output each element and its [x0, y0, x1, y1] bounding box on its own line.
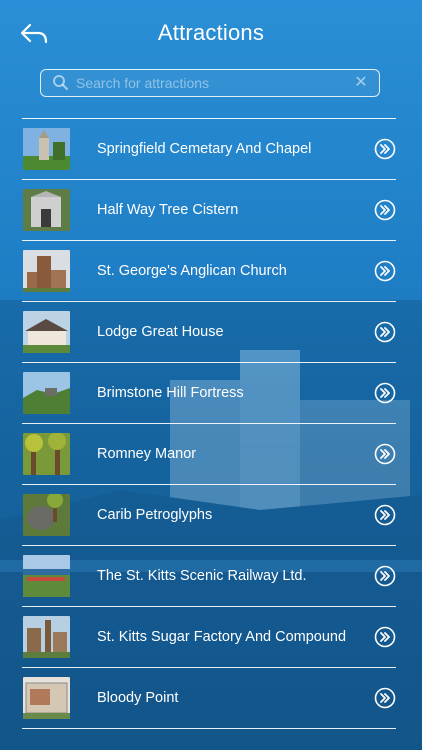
chevron-right-icon[interactable]: [374, 504, 396, 526]
attraction-thumbnail: [23, 555, 70, 597]
list-item[interactable]: The St. Kitts Scenic Railway Ltd.: [22, 546, 396, 607]
list-item-label: Carib Petroglyphs: [97, 507, 213, 523]
list-item-label: Half Way Tree Cistern: [97, 202, 239, 218]
page-title: Attractions: [157, 20, 265, 45]
chevron-right-icon[interactable]: [374, 687, 396, 709]
chevron-right-icon[interactable]: [374, 321, 396, 343]
list-item-label: Springfield Cemetary And Chapel: [97, 141, 312, 157]
list-item-label: Romney Manor: [97, 446, 197, 462]
search-icon: [53, 75, 69, 91]
chevron-right-icon[interactable]: [374, 565, 396, 587]
attraction-thumbnail: [23, 433, 70, 475]
attraction-thumbnail: [23, 250, 70, 292]
list-item-label: St. George's Anglican Church: [97, 263, 287, 279]
chevron-right-icon[interactable]: [374, 138, 396, 160]
list-item[interactable]: Brimstone Hill Fortress: [22, 363, 396, 424]
list-item-label: Bloody Point: [97, 690, 179, 706]
clear-icon[interactable]: ✕: [351, 73, 371, 93]
list-item[interactable]: Lodge Great House: [22, 302, 396, 363]
header: Attractions: [0, 0, 422, 66]
list-item[interactable]: Bloody Point: [22, 668, 396, 729]
chevron-right-icon[interactable]: [374, 626, 396, 648]
attraction-thumbnail: [23, 311, 70, 353]
list-item[interactable]: Carib Petroglyphs: [22, 485, 396, 546]
search-bar[interactable]: ✕: [40, 69, 380, 97]
list-item[interactable]: Springfield Cemetary And Chapel: [22, 119, 396, 180]
list-item[interactable]: St. Kitts Sugar Factory And Compound: [22, 607, 396, 668]
attraction-thumbnail: [23, 128, 70, 170]
list-item-label: Lodge Great House: [97, 324, 224, 340]
list-item[interactable]: St. George's Anglican Church: [22, 241, 396, 302]
chevron-right-icon[interactable]: [374, 382, 396, 404]
search-input[interactable]: [74, 70, 351, 96]
chevron-right-icon[interactable]: [374, 260, 396, 282]
attraction-thumbnail: [23, 494, 70, 536]
attraction-thumbnail: [23, 372, 70, 414]
list-item-label: St. Kitts Sugar Factory And Compound: [97, 629, 347, 645]
attraction-thumbnail: [23, 677, 70, 719]
attraction-thumbnail: [23, 189, 70, 231]
attraction-thumbnail: [23, 616, 70, 658]
attractions-list: Springfield Cemetary And Chapel Half Way…: [22, 118, 396, 729]
list-item[interactable]: Half Way Tree Cistern: [22, 180, 396, 241]
chevron-right-icon[interactable]: [374, 199, 396, 221]
list-item[interactable]: Romney Manor: [22, 424, 396, 485]
list-item-label: Brimstone Hill Fortress: [97, 385, 244, 401]
chevron-right-icon[interactable]: [374, 443, 396, 465]
list-item-label: The St. Kitts Scenic Railway Ltd.: [97, 568, 307, 584]
